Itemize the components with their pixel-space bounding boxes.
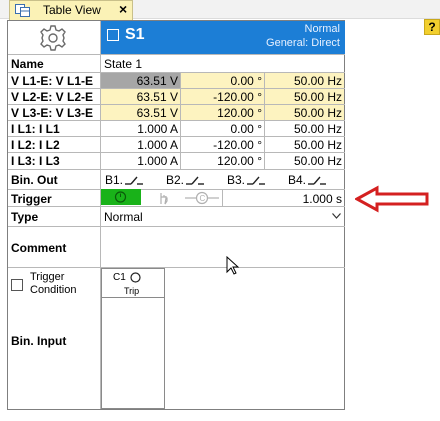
v2-label: V L2-E: V L2-E bbox=[11, 90, 94, 104]
v2-frequency[interactable]: 50.00 Hz bbox=[264, 90, 342, 104]
tab-table-view[interactable]: Table View × bbox=[9, 0, 133, 20]
switch-open-icon[interactable] bbox=[186, 175, 204, 185]
switch-open-icon[interactable] bbox=[125, 175, 143, 185]
i2-label: I L2: I L2 bbox=[11, 138, 60, 152]
bin-out-b2-label: B2. bbox=[166, 173, 185, 187]
i3-phase[interactable]: 120.00 ° bbox=[180, 154, 262, 168]
v1-magnitude[interactable]: 63.51 V bbox=[101, 74, 178, 88]
bin-out-b3-label: B3. bbox=[227, 173, 246, 187]
type-label: Type bbox=[11, 210, 39, 224]
hand-icon[interactable] bbox=[156, 191, 170, 205]
state-mode: Normal bbox=[304, 23, 340, 35]
comment-label: Comment bbox=[11, 241, 67, 255]
bin-input-panel: C1 Trip bbox=[101, 268, 165, 409]
i2-frequency[interactable]: 50.00 Hz bbox=[264, 138, 342, 152]
state-table: S1 Normal General: Direct Name V L1-E: V… bbox=[7, 20, 345, 410]
timeout-trigger-button[interactable] bbox=[101, 189, 141, 205]
state-checkbox[interactable] bbox=[107, 29, 119, 41]
binary-trigger-icon[interactable]: C bbox=[185, 191, 219, 205]
bin-out-b4-label: B4. bbox=[288, 173, 307, 187]
gear-icon[interactable] bbox=[38, 24, 68, 52]
i1-label: I L1: I L1 bbox=[11, 122, 60, 136]
v1-label: V L1-E: V L1-E bbox=[11, 74, 94, 88]
v3-label: V L3-E: V L3-E bbox=[11, 106, 94, 120]
v1-phase[interactable]: 0.00 ° bbox=[180, 74, 263, 88]
trigger-condition-checkbox[interactable] bbox=[11, 279, 23, 291]
bin-out-label: Bin. Out bbox=[11, 173, 58, 187]
v3-magnitude[interactable]: 63.51 V bbox=[101, 106, 178, 120]
timer-icon bbox=[114, 191, 127, 203]
close-icon[interactable]: × bbox=[119, 1, 127, 17]
trigger-time-field[interactable]: 1.000 s bbox=[224, 192, 342, 206]
comment-field[interactable] bbox=[101, 227, 345, 267]
i3-label: I L3: I L3 bbox=[11, 154, 60, 168]
switch-open-icon[interactable] bbox=[247, 175, 265, 185]
i2-magnitude[interactable]: 1.000 A bbox=[101, 138, 178, 152]
v1-frequency[interactable]: 50.00 Hz bbox=[264, 74, 342, 88]
type-dropdown[interactable]: Normal bbox=[101, 207, 345, 226]
i2-phase[interactable]: -120.00 ° bbox=[180, 138, 262, 152]
tab-title: Table View bbox=[43, 3, 101, 17]
v3-phase[interactable]: 120.00 ° bbox=[180, 106, 262, 120]
annotation-arrow-icon bbox=[355, 185, 429, 213]
v3-frequency[interactable]: 50.00 Hz bbox=[264, 106, 342, 120]
svg-text:C: C bbox=[200, 194, 206, 203]
i1-magnitude[interactable]: 1.000 A bbox=[101, 122, 178, 136]
v2-phase[interactable]: -120.00 ° bbox=[180, 90, 262, 104]
input-state-icon[interactable] bbox=[130, 272, 141, 283]
mouse-pointer-icon bbox=[226, 256, 240, 275]
state-title: S1 bbox=[125, 26, 145, 43]
state-source: General: Direct bbox=[266, 37, 340, 49]
bin-input-channel-label: C1 bbox=[113, 272, 126, 283]
trigger-condition-label-1: Trigger bbox=[30, 271, 65, 283]
bin-out-b1-label: B1. bbox=[105, 173, 124, 187]
trigger-label: Trigger bbox=[11, 192, 52, 206]
type-dropdown-value: Normal bbox=[104, 210, 143, 224]
bin-input-channel-name: Trip bbox=[124, 286, 140, 296]
trigger-condition-label-2: Condition bbox=[30, 284, 77, 296]
help-button[interactable]: ? bbox=[424, 19, 440, 35]
v2-magnitude[interactable]: 63.51 V bbox=[101, 90, 178, 104]
state-header[interactable]: S1 Normal General: Direct bbox=[101, 21, 345, 54]
chevron-down-icon bbox=[332, 213, 341, 219]
i1-phase[interactable]: 0.00 ° bbox=[180, 122, 263, 136]
i3-frequency[interactable]: 50.00 Hz bbox=[264, 154, 342, 168]
bin-input-label: Bin. Input bbox=[11, 334, 67, 348]
table-view-icon bbox=[15, 4, 30, 17]
i3-magnitude[interactable]: 1.000 A bbox=[101, 154, 178, 168]
switch-open-icon[interactable] bbox=[308, 175, 326, 185]
name-field[interactable]: State 1 bbox=[104, 57, 142, 71]
i1-frequency[interactable]: 50.00 Hz bbox=[264, 122, 342, 136]
name-label: Name bbox=[11, 57, 44, 71]
